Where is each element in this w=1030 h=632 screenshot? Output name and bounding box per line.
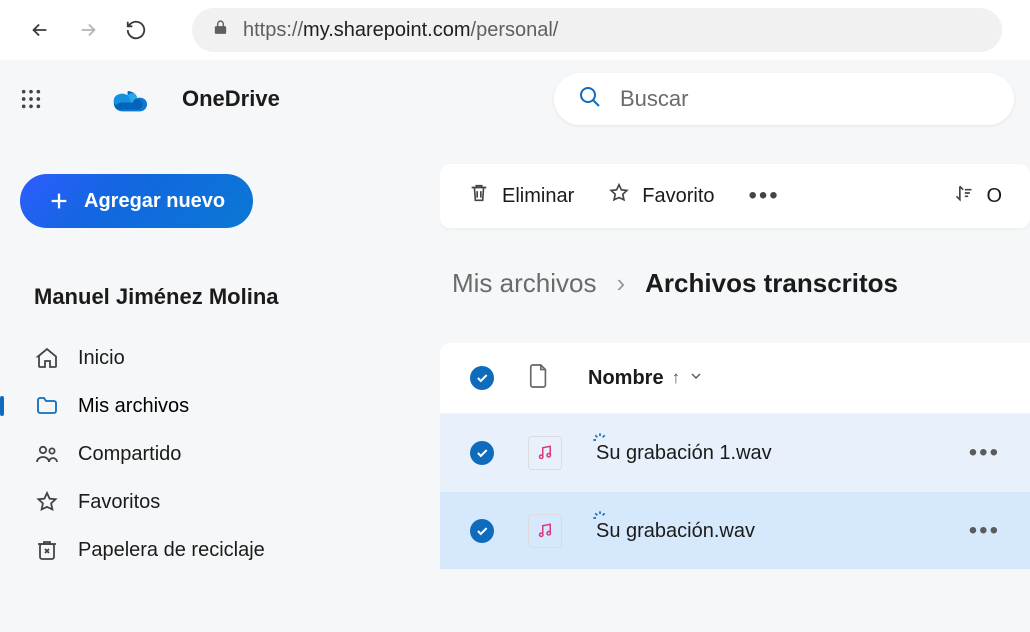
browser-nav-bar: https://my.sharepoint.com/personal/ [0, 0, 1030, 60]
search-input[interactable]: Buscar [554, 73, 1014, 125]
onedrive-logo-icon [112, 85, 154, 113]
add-new-label: Agregar nuevo [84, 190, 225, 213]
row-checkbox[interactable] [470, 441, 494, 465]
file-name[interactable]: Su grabación.wav [596, 520, 755, 543]
row-more-button[interactable]: ••• [969, 439, 1000, 467]
file-row[interactable]: Su grabación.wav ••• [440, 491, 1030, 569]
breadcrumb: Mis archivos › Archivos transcritos [440, 268, 1030, 299]
file-icon [528, 363, 550, 394]
forward-button[interactable] [76, 18, 100, 42]
breadcrumb-root[interactable]: Mis archivos [452, 268, 596, 299]
sidebar-item-favorites[interactable]: Favoritos [20, 478, 440, 526]
sort-button[interactable]: O [954, 183, 1002, 209]
file-list: Nombre ↑ Su [440, 343, 1030, 569]
file-name[interactable]: Su grabación 1.wav [596, 442, 772, 465]
sidebar-item-shared[interactable]: Compartido [20, 430, 440, 478]
user-display-name: Manuel Jiménez Molina [34, 284, 440, 310]
app-launcher-button[interactable] [16, 84, 46, 114]
audio-file-icon [528, 436, 562, 470]
column-header-name[interactable]: Nombre ↑ [588, 367, 704, 390]
command-bar: Eliminar Favorito ••• O [440, 164, 1030, 228]
trash-icon [468, 182, 490, 210]
new-indicator-icon [592, 432, 608, 453]
search-placeholder: Buscar [620, 86, 688, 112]
row-checkbox[interactable] [470, 519, 494, 543]
url-text: https://my.sharepoint.com/personal/ [243, 19, 558, 42]
people-icon [34, 442, 60, 466]
sidebar-item-home[interactable]: Inicio [20, 334, 440, 382]
sidebar-item-recycle-bin[interactable]: Papelera de reciclaje [20, 526, 440, 574]
back-button[interactable] [28, 18, 52, 42]
chevron-right-icon: › [616, 268, 625, 299]
app-title: OneDrive [182, 86, 280, 112]
select-all-checkbox[interactable] [470, 366, 494, 390]
search-icon [578, 85, 602, 114]
arrow-up-icon: ↑ [672, 368, 681, 388]
add-new-button[interactable]: Agregar nuevo [20, 174, 253, 228]
more-actions-button[interactable]: ••• [749, 182, 780, 210]
favorite-button[interactable]: Favorito [608, 182, 714, 210]
breadcrumb-current: Archivos transcritos [645, 268, 898, 299]
sidebar-item-my-files[interactable]: Mis archivos [20, 382, 440, 430]
row-more-button[interactable]: ••• [969, 517, 1000, 545]
content-area: Eliminar Favorito ••• O Mis archivos [440, 138, 1030, 632]
suite-bar: OneDrive Buscar [0, 60, 1030, 138]
file-list-header: Nombre ↑ [440, 343, 1030, 413]
url-bar[interactable]: https://my.sharepoint.com/personal/ [192, 8, 1002, 52]
sidebar: Agregar nuevo Manuel Jiménez Molina Inic… [0, 138, 440, 632]
audio-file-icon [528, 514, 562, 548]
file-row[interactable]: Su grabación 1.wav ••• [440, 413, 1030, 491]
home-icon [34, 346, 60, 370]
star-icon [608, 182, 630, 210]
reload-button[interactable] [124, 18, 148, 42]
more-icon: ••• [749, 182, 780, 210]
sort-icon [954, 183, 974, 209]
lock-icon [212, 19, 229, 41]
delete-button[interactable]: Eliminar [468, 182, 574, 210]
star-icon [34, 490, 60, 514]
folder-icon [34, 394, 60, 418]
new-indicator-icon [592, 510, 608, 531]
chevron-down-icon [688, 367, 704, 390]
recycle-icon [34, 538, 60, 562]
